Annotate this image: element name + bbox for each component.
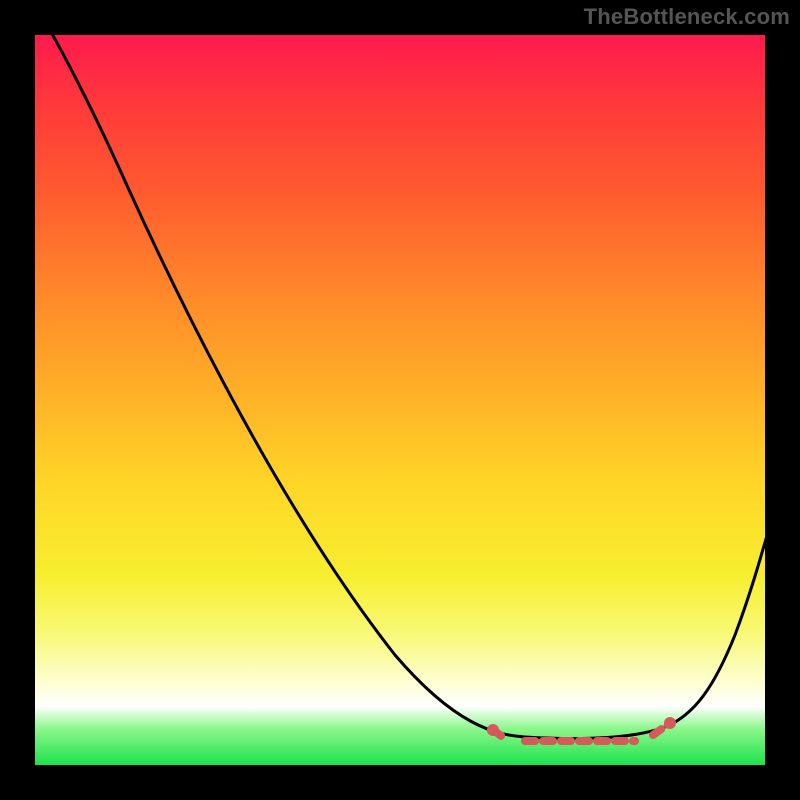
marker-dot-right [664, 717, 676, 729]
chart-plot-area [35, 35, 765, 765]
chart-svg [35, 35, 765, 765]
watermark-text: TheBottleneck.com [584, 4, 790, 30]
bottleneck-curve-line [50, 30, 770, 739]
marker-dot-left [487, 724, 499, 736]
